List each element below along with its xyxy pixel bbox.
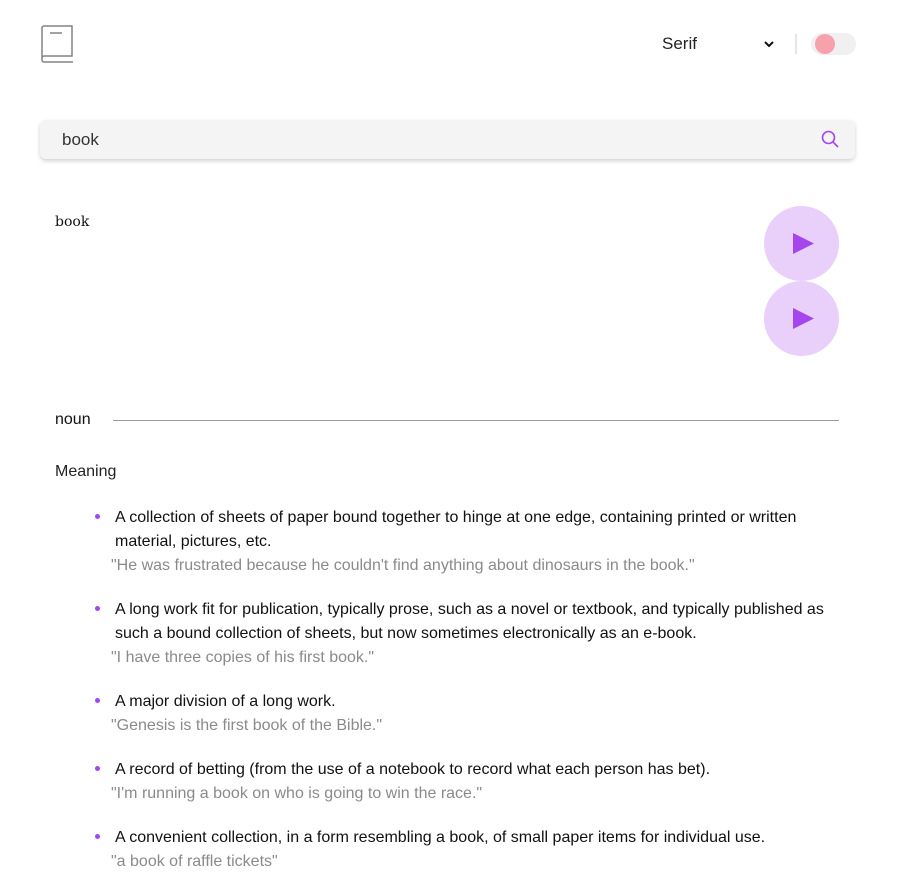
- search-icon[interactable]: [821, 130, 839, 148]
- definition-text: A major division of a long work.: [115, 693, 336, 710]
- font-select-value: Serif: [662, 34, 697, 53]
- definition-example: "Genesis is the first book of the Bible.…: [111, 717, 383, 734]
- definition-example: "I have three copies of his first book.": [111, 649, 375, 666]
- definition-example: "He was frustrated because he couldn't f…: [111, 557, 695, 574]
- definition-item: A record of betting (from the use of a n…: [95, 758, 855, 806]
- header-divider: [795, 34, 797, 54]
- play-icon: [793, 308, 814, 329]
- definitions-list: A collection of sheets of paper bound to…: [95, 506, 855, 878]
- toggle-knob: [815, 34, 835, 54]
- font-family-select[interactable]: Serif: [662, 30, 780, 58]
- bullet: [95, 514, 100, 519]
- definition-text: A long work fit for publication, typical…: [115, 601, 824, 642]
- definition-item: A convenient collection, in a form resem…: [95, 826, 855, 874]
- definition-item: A major division of a long work. "Genesi…: [95, 690, 855, 738]
- definition-text: A convenient collection, in a form resem…: [115, 829, 766, 846]
- bullet: [95, 834, 100, 839]
- definition-item: A collection of sheets of paper bound to…: [95, 506, 855, 578]
- bullet: [95, 606, 100, 611]
- dictionary-page: Serif book noun Meaning: [0, 0, 923, 878]
- theme-toggle[interactable]: [811, 33, 856, 55]
- word-title: book: [55, 214, 90, 230]
- bullet: [95, 766, 100, 771]
- play-audio-button[interactable]: [764, 281, 839, 356]
- search-bar: [40, 120, 855, 159]
- definition-example: "I'm running a book on who is going to w…: [111, 785, 483, 802]
- part-of-speech-divider: [113, 420, 839, 421]
- meaning-heading: Meaning: [55, 463, 117, 480]
- chevron-down-icon: [764, 41, 774, 48]
- part-of-speech-row: noun: [55, 411, 839, 431]
- play-icon: [793, 233, 814, 254]
- definition-text: A record of betting (from the use of a n…: [115, 761, 711, 778]
- definition-text: A collection of sheets of paper bound to…: [115, 509, 797, 550]
- search-input[interactable]: [62, 120, 802, 159]
- bullet: [95, 698, 100, 703]
- definition-item: A long work fit for publication, typical…: [95, 598, 855, 670]
- book-icon[interactable]: [38, 24, 76, 64]
- part-of-speech: noun: [55, 411, 91, 428]
- definition-example: "a book of raffle tickets": [111, 853, 278, 870]
- play-audio-button[interactable]: [764, 206, 839, 281]
